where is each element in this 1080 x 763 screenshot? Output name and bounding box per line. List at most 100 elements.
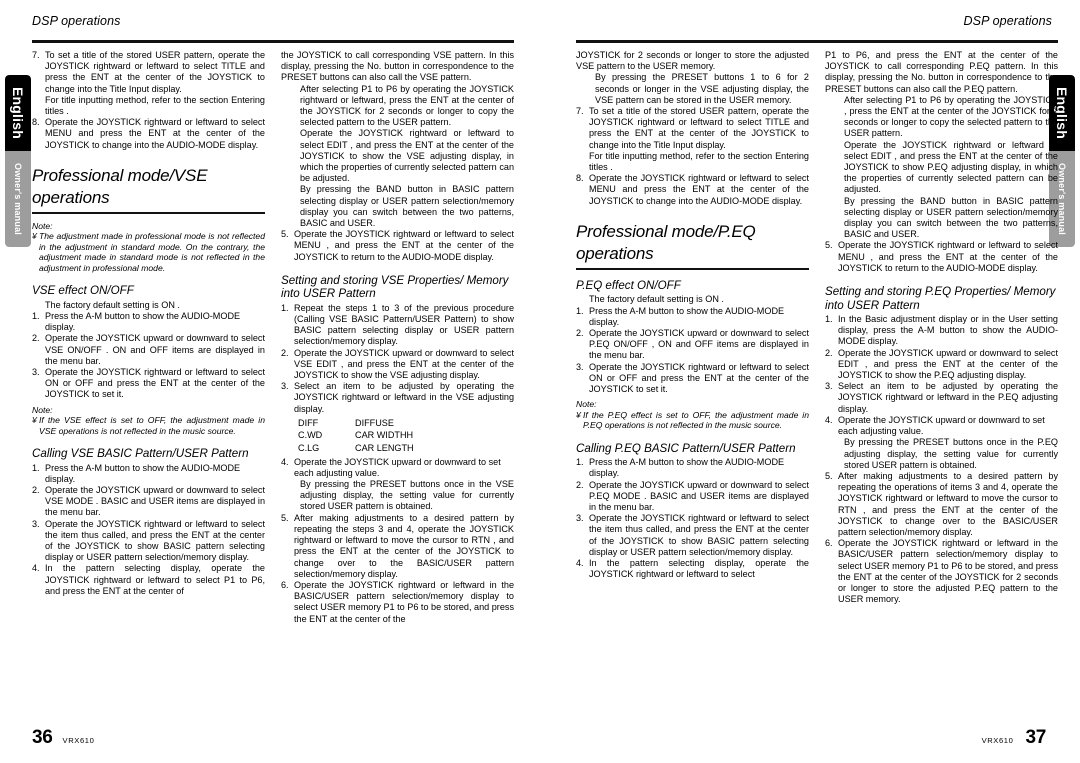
page-number: 36 bbox=[32, 727, 53, 748]
step-number: 5. bbox=[281, 229, 289, 240]
subsection-heading: Calling P.EQ BASIC Pattern/USER Pattern bbox=[576, 441, 796, 455]
step-text: Operate the JOYSTICK rightward or leftwa… bbox=[838, 538, 1058, 605]
step-item: 7. To set a title of the stored USER pat… bbox=[32, 50, 265, 95]
continuation-text: the JOYSTICK to call corresponding VSE p… bbox=[281, 50, 514, 83]
sub-note: By pressing the BAND button in BASIC pat… bbox=[844, 195, 1058, 240]
subsection-heading: Calling VSE BASIC Pattern/USER Pattern bbox=[32, 447, 249, 461]
step-text: In the Basic adjustment display or in th… bbox=[838, 314, 1058, 347]
sub-note: For title inputting method, refer to the… bbox=[589, 150, 809, 173]
step-text: Operate the JOYSTICK upward or downward … bbox=[294, 347, 514, 381]
step-number: 3. bbox=[576, 361, 584, 372]
footer-right: VRX610 37 bbox=[981, 727, 1047, 749]
step-item: 2. Operate the JOYSTICK upward or downwa… bbox=[576, 480, 809, 514]
header-rule bbox=[576, 40, 1058, 43]
note-text: The adjustment made in professional mode… bbox=[39, 231, 265, 273]
header-title: DSP operations bbox=[963, 14, 1052, 28]
step-text: To set a title of the stored USER patter… bbox=[45, 50, 265, 94]
step-text: After making adjustments to a desired pa… bbox=[294, 512, 514, 579]
step-item: 3. Operate the JOYSTICK rightward or lef… bbox=[32, 367, 265, 401]
note-block: ¥ If the VSE effect is set to OFF, the a… bbox=[32, 415, 265, 436]
step-number: 3. bbox=[576, 513, 584, 524]
abbr-key: DIFF bbox=[298, 417, 319, 428]
thumb-tab-left: English Owner's manual bbox=[5, 75, 31, 247]
step-text: Press the A-M button to show the AUDIO-M… bbox=[589, 457, 785, 479]
note-label: Note: bbox=[576, 399, 597, 410]
note-label: Note: bbox=[32, 404, 53, 415]
table-row: C.WD CAR WIDTHH bbox=[298, 429, 514, 442]
model-name: VRX610 bbox=[981, 736, 1014, 745]
section-heading: Professional mode/VSE operations bbox=[32, 165, 208, 207]
step-number: 3. bbox=[825, 381, 833, 392]
step-item: 2. Operate the JOYSTICK upward or downwa… bbox=[32, 485, 265, 519]
step-text: Operate the JOYSTICK upward or downward … bbox=[45, 485, 265, 518]
step-item: 1. Press the A-M button to show the AUDI… bbox=[32, 311, 265, 333]
sub-note: After selecting P1 to P6 by operating th… bbox=[300, 83, 514, 128]
step-text: Select an item to be adjusted by operati… bbox=[838, 381, 1058, 414]
tab-manual-label: Owner's manual bbox=[1057, 163, 1067, 235]
step-text: In the pattern selecting display, operat… bbox=[589, 558, 809, 580]
note-text: If the P.EQ effect is set to OFF, the ad… bbox=[583, 409, 809, 431]
step-text: Operate the JOYSTICK upward or downward … bbox=[589, 327, 809, 361]
header-left: DSP operations bbox=[32, 14, 512, 40]
sub-note: By pressing the PRESET buttons once in t… bbox=[300, 479, 514, 512]
step-number: 8. bbox=[576, 173, 584, 184]
step-item: 4. In the pattern selecting display, ope… bbox=[32, 563, 265, 597]
sub-note: By pressing the PRESET buttons 1 to 6 fo… bbox=[595, 72, 809, 105]
step-text: Press the A-M button to show the AUDIO-M… bbox=[45, 462, 241, 484]
step-item: 4. Operate the JOYSTICK upward or downwa… bbox=[281, 457, 514, 479]
note-label: Note: bbox=[32, 220, 53, 231]
sub-note: By pressing the BAND button in BASIC pat… bbox=[300, 184, 514, 229]
step-number: 4. bbox=[32, 563, 40, 574]
subsection-heading: VSE effect ON/OFF bbox=[32, 284, 134, 298]
step-number: 2. bbox=[281, 347, 289, 358]
step-text: Operate the JOYSTICK rightward or leftwa… bbox=[589, 361, 809, 394]
subsection-heading: Setting and storing VSE Properties/ Memo… bbox=[281, 273, 509, 301]
step-number: 2. bbox=[576, 479, 584, 490]
step-number: 1. bbox=[576, 457, 584, 468]
step-item: 3. Operate the JOYSTICK rightward or lef… bbox=[576, 513, 809, 558]
step-number: 6. bbox=[281, 579, 289, 590]
step-number: 1. bbox=[32, 311, 40, 322]
columns-left: 7. To set a title of the stored USER pat… bbox=[32, 50, 514, 625]
page-right: DSP operations English Owner's manual JO… bbox=[540, 0, 1080, 763]
step-item: 5. Operate the JOYSTICK rightward or lef… bbox=[281, 229, 514, 263]
step-item: 6. Operate the JOYSTICK rightward or lef… bbox=[281, 580, 514, 625]
step-number: 7. bbox=[32, 50, 40, 60]
abbr-value: DIFFUSE bbox=[355, 417, 394, 428]
column-2: the JOYSTICK to call corresponding VSE p… bbox=[281, 50, 514, 625]
header-rule bbox=[32, 40, 514, 43]
step-text: Operate the JOYSTICK rightward or leftwa… bbox=[589, 513, 809, 557]
step-number: 3. bbox=[281, 381, 289, 392]
step-number: 5. bbox=[825, 240, 833, 251]
step-item: 2. Operate the JOYSTICK upward or downwa… bbox=[281, 348, 514, 382]
step-number: 1. bbox=[825, 314, 833, 325]
subsection-heading: P.EQ effect ON/OFF bbox=[576, 278, 681, 292]
note-bullet-icon: ¥ bbox=[32, 231, 37, 242]
step-number: 6. bbox=[825, 538, 833, 549]
step-text: Operate the JOYSTICK rightward or leftwa… bbox=[45, 518, 265, 563]
sub-note: Operate the JOYSTICK rightward or leftwa… bbox=[300, 128, 514, 184]
step-item: 2. Operate the JOYSTICK upward or downwa… bbox=[32, 333, 265, 367]
subsection-heading: Setting and storing P.EQ Properties/ Mem… bbox=[825, 285, 1056, 312]
model-name: VRX610 bbox=[62, 736, 95, 745]
step-number: 2. bbox=[32, 485, 40, 496]
step-text: Operate the JOYSTICK rightward or leftwa… bbox=[294, 579, 514, 624]
abbr-value: CAR LENGTH bbox=[355, 443, 414, 454]
sub-note: After selecting P1 to P6 by operating th… bbox=[844, 94, 1058, 139]
step-text: To set a title of the stored USER patter… bbox=[589, 106, 809, 150]
abbr-key: C.LG bbox=[298, 443, 320, 454]
abbreviation-table: DIFF DIFFUSE C.WD CAR WIDTHH C.LG CAR LE… bbox=[298, 417, 514, 455]
step-text: Operate the JOYSTICK upward or downward … bbox=[45, 333, 265, 366]
step-item: 4. Operate the JOYSTICK upward or downwa… bbox=[825, 415, 1058, 437]
step-text: Repeat the steps 1 to 3 of the previous … bbox=[294, 302, 514, 347]
section-rule bbox=[32, 211, 265, 214]
step-number: 4. bbox=[576, 558, 584, 568]
step-number: 1. bbox=[576, 305, 584, 316]
header-title: DSP operations bbox=[32, 14, 121, 28]
table-row: C.LG CAR LENGTH bbox=[298, 442, 514, 455]
step-number: 5. bbox=[825, 470, 833, 481]
abbr-value: CAR WIDTHH bbox=[355, 430, 414, 441]
tab-manual-label: Owner's manual bbox=[13, 163, 23, 235]
step-item: 4. In the pattern selecting display, ope… bbox=[576, 558, 809, 580]
step-item: 3. Select an item to be adjusted by oper… bbox=[281, 381, 514, 415]
